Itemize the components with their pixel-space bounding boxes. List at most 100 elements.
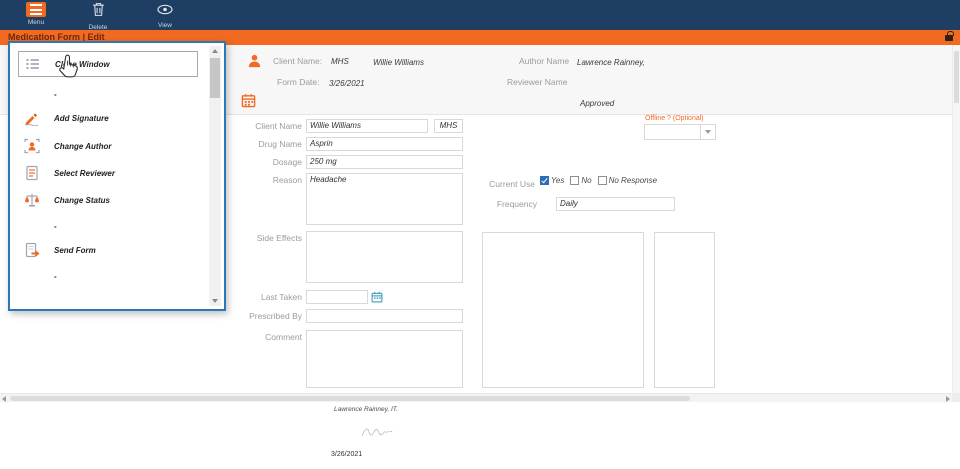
form-date-value: 3/26/2021 (329, 79, 365, 88)
signature-pen-icon (24, 110, 41, 126)
form-date-label: Form Date: (277, 77, 320, 87)
person-frame-icon (24, 138, 41, 154)
offline-dropdown[interactable] (644, 124, 716, 140)
view-button-label: View (158, 22, 172, 29)
calendar-icon (241, 93, 256, 113)
prescribed-by-field[interactable] (306, 309, 463, 323)
chevron-down-icon (705, 130, 711, 134)
client-name-field[interactable]: Willie Williams (306, 119, 428, 133)
status-badge: Approved (580, 99, 614, 108)
send-document-icon (24, 242, 41, 258)
frequency-field-label: Frequency (473, 199, 537, 209)
blank-icon (24, 268, 41, 284)
menu-scrollbar[interactable] (209, 46, 221, 306)
client-org-value: MHS (331, 57, 349, 66)
drug-name-field[interactable]: Asprin (306, 137, 463, 151)
menu-item-send-form[interactable]: Send Form (18, 239, 198, 261)
menu-item-label: Select Reviewer (54, 169, 115, 178)
dosage-field-label: Dosage (238, 157, 302, 167)
offline-dropdown-value (645, 125, 700, 139)
signed-by-text: Lawrence Rainney, IT. (334, 406, 398, 413)
blank-icon (24, 218, 41, 234)
scroll-right-arrow-icon[interactable] (946, 396, 950, 402)
current-use-label: Current Use (455, 179, 535, 189)
menu-item-close-window[interactable]: Close Window (18, 51, 198, 77)
signature-zone: Lawrence Rainney, IT. 3/26/2021 (0, 402, 960, 469)
menu-separator-label: - (54, 90, 57, 99)
client-org-box: MHS (434, 119, 463, 133)
client-person-icon (247, 53, 262, 73)
menu-item-select-reviewer[interactable]: Select Reviewer (18, 162, 198, 184)
side-panel-box[interactable] (654, 232, 715, 388)
reason-field-label: Reason (238, 175, 302, 185)
author-name-label: Author Name (519, 56, 569, 66)
list-icon (25, 56, 42, 72)
menu-separator: - (18, 265, 198, 287)
offline-optional-label: Offline ? (Optional) (645, 115, 704, 122)
current-use-options: Yes No No Response (540, 176, 657, 185)
checkbox-checked-icon[interactable] (540, 176, 549, 185)
dosage-field[interactable]: 250 mg (306, 155, 463, 169)
current-use-no-response-label: No Response (609, 176, 657, 185)
drug-name-field-label: Drug Name (238, 139, 302, 149)
scroll-left-arrow-icon[interactable] (2, 396, 6, 402)
menu-scroll-down-arrow-icon[interactable] (212, 299, 218, 303)
menu-item-add-signature[interactable]: Add Signature (18, 107, 198, 129)
current-use-option-yes[interactable]: Yes (540, 176, 564, 185)
menu-item-label: Close Window (55, 60, 110, 69)
eye-icon (157, 2, 173, 20)
menu-button[interactable]: Menu (14, 2, 58, 26)
menu-item-change-author[interactable]: Change Author (18, 135, 198, 157)
client-name-field-label: Client Name (238, 121, 302, 131)
menu-separator: - (18, 83, 198, 105)
document-lines-icon (24, 165, 41, 181)
last-taken-field-label: Last Taken (238, 292, 302, 302)
menu-button-label: Menu (28, 19, 44, 26)
menu-separator-label: - (54, 272, 57, 281)
delete-button[interactable]: Delete (76, 2, 120, 31)
scrollbar-corner (952, 393, 960, 402)
blank-icon (24, 86, 41, 102)
current-use-yes-label: Yes (551, 176, 564, 185)
view-button[interactable]: View (143, 2, 187, 29)
vertical-scrollbar[interactable] (952, 45, 960, 402)
trash-icon (92, 2, 105, 22)
author-name-value: Lawrence Rainney, (577, 58, 645, 67)
menu-separator: - (18, 215, 198, 237)
offline-dropdown-button[interactable] (700, 125, 715, 139)
menu-scroll-up-arrow-icon[interactable] (212, 49, 218, 53)
client-name-value: Willie Williams (373, 58, 424, 67)
prescribed-by-field-label: Prescribed By (238, 311, 302, 321)
frequency-field[interactable]: Daily (556, 197, 675, 211)
signature-date-text: 3/26/2021 (331, 451, 362, 458)
reason-textarea[interactable]: Headache (306, 173, 463, 225)
application-window: Menu Delete View Medication Form | Edit … (0, 0, 960, 469)
side-effects-textarea[interactable] (306, 231, 463, 283)
current-use-option-no-response[interactable]: No Response (598, 176, 657, 185)
checkbox-unchecked-icon[interactable] (570, 176, 579, 185)
client-name-label: Client Name: (273, 56, 322, 66)
menu-item-change-status[interactable]: Change Status (18, 189, 198, 211)
last-taken-field[interactable] (306, 290, 368, 304)
vertical-scrollbar-thumb[interactable] (954, 51, 959, 103)
menu-item-label: Add Signature (54, 114, 109, 123)
comment-field-label: Comment (238, 332, 302, 342)
horizontal-scrollbar-thumb[interactable] (10, 396, 690, 401)
top-toolbar: Menu Delete View (0, 0, 960, 30)
menu-scrollbar-thumb[interactable] (210, 58, 220, 98)
checkbox-unchecked-icon[interactable] (598, 176, 607, 185)
reviewer-name-label: Reviewer Name (507, 77, 567, 87)
menu-item-label: Change Author (54, 142, 111, 151)
menu-item-label: Send Form (54, 246, 96, 255)
lock-icon (945, 35, 953, 41)
last-taken-datepicker-icon[interactable] (370, 290, 384, 304)
comment-textarea[interactable] (306, 330, 463, 388)
menu-separator-label: - (54, 222, 57, 231)
current-use-option-no[interactable]: No (570, 176, 591, 185)
horizontal-scrollbar[interactable] (0, 393, 952, 402)
signature-scribble (360, 424, 394, 445)
side-effects-field-label: Side Effects (238, 233, 302, 243)
scales-icon (24, 192, 41, 208)
notes-textarea[interactable] (482, 232, 644, 388)
menu-icon (26, 2, 46, 17)
